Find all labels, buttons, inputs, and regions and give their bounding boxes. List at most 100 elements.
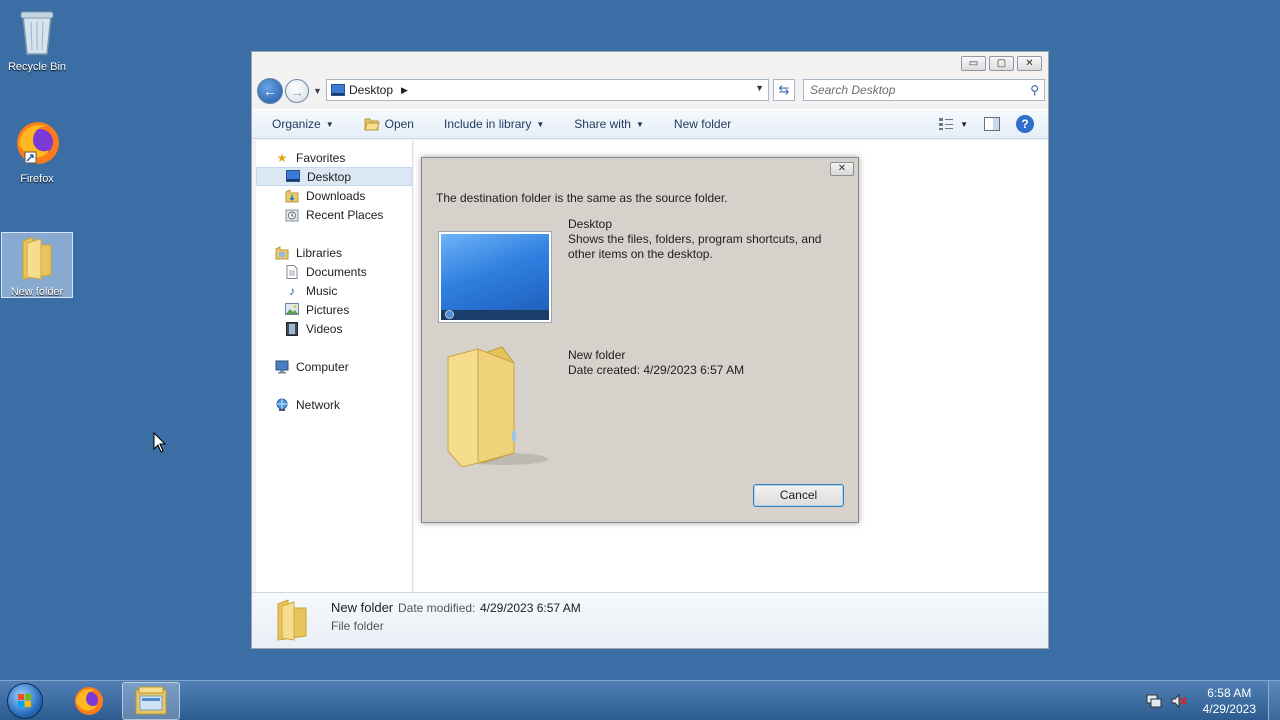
window-titlebar[interactable]: ▭ ▢ ✕ [252,52,1048,78]
mouse-cursor-icon [153,432,167,453]
source-item-desc-line1: Shows the files, folders, program shortc… [568,232,822,246]
clock[interactable]: 6:58 AM 4/29/2023 [1203,685,1256,717]
refresh-icon: ⇆ [778,82,790,97]
network-icon [274,398,290,412]
change-view-button[interactable]: ▼ [938,117,968,131]
nav-label: Downloads [306,188,366,203]
caret-down-icon: ▼ [635,119,644,129]
documents-icon [284,264,300,279]
nav-label: Pictures [306,302,350,317]
details-date-value: 4/29/2023 6:57 AM [480,601,581,615]
large-folder-icon [447,346,548,468]
forward-arrow-icon: → [290,84,304,100]
forward-button[interactable]: → [285,79,309,103]
desktop-location-icon [331,84,345,96]
firefox-icon [17,122,59,164]
nav-favorites[interactable]: ★ Favorites [256,148,412,167]
recycle-bin-icon [20,11,54,55]
taskbar-firefox-button[interactable] [60,682,118,720]
same-folder-dialog: ✕ The destination folder is the same as … [421,157,859,523]
desktop-icon-label: Recycle Bin [7,61,67,73]
desktop-thumbnail [438,231,552,323]
nav-downloads[interactable]: Downloads [256,186,412,205]
breadcrumb-chevron-icon[interactable]: ▶ [401,85,408,96]
network-status-icon[interactable] [1146,693,1162,709]
new-folder-button[interactable]: New folder [674,117,731,131]
pictures-icon [284,302,300,317]
star-icon: ★ [276,150,288,165]
taskbar-explorer-button[interactable] [122,682,180,720]
new-folder-label: New folder [673,117,732,131]
refresh-button[interactable]: ⇆ [773,79,795,101]
address-location[interactable]: Desktop [349,83,393,97]
recent-places-icon [284,208,300,222]
address-row: ← → ▼ Desktop ▶ ▼ ⇆ Search Desktop ⚲ [252,78,1048,108]
search-icon[interactable]: ⚲ [1030,83,1039,97]
nav-label: Computer [296,359,349,374]
volume-muted-icon[interactable] [1171,693,1187,709]
organize-button[interactable]: Organize ▼ [272,117,334,131]
maximize-button[interactable]: ▢ [989,56,1014,71]
caret-down-icon: ▼ [960,119,968,129]
address-bar[interactable]: Desktop ▶ ▼ [326,79,769,101]
back-button[interactable]: ← [257,78,283,104]
include-in-library-button[interactable]: Include in library ▼ [444,117,544,131]
nav-music[interactable]: ♪ Music [256,281,412,300]
details-pane: New folder Date modified: 4/29/2023 6:57… [252,592,1048,648]
open-folder-icon [363,118,380,131]
nav-pictures[interactable]: Pictures [256,300,412,319]
address-history-dropdown-icon[interactable]: ▼ [755,83,764,93]
open-button[interactable]: Open [363,117,414,131]
system-tray: 6:58 AM 4/29/2023 [1140,681,1280,720]
downloads-folder-icon [284,188,300,203]
navigation-pane: ★ Favorites Desktop Downloads Recent Pla… [256,140,413,592]
start-button[interactable] [7,683,43,719]
nav-label: Music [306,283,338,298]
help-icon[interactable]: ? [1016,115,1034,133]
share-with-label: Share with [574,117,631,131]
nav-label: Libraries [296,245,343,260]
desktop-icon-firefox[interactable]: Firefox [1,118,73,188]
clock-time: 6:58 AM [1207,686,1252,700]
nav-computer[interactable]: Computer [256,357,412,376]
recent-pages-dropdown-icon[interactable]: ▼ [313,86,322,96]
open-label: Open [384,117,414,131]
nav-libraries[interactable]: Libraries [256,243,412,262]
taskbar: 6:58 AM 4/29/2023 [0,680,1280,720]
source-item-desc-line2: other items on the desktop. [568,247,713,261]
nav-label: Videos [306,321,343,336]
caret-down-icon: ▼ [325,119,334,129]
view-options-icon [939,118,954,130]
share-with-button[interactable]: Share with ▼ [574,117,644,131]
include-in-library-label: Include in library [443,117,532,131]
nav-videos[interactable]: Videos [256,319,412,338]
dialog-close-button[interactable]: ✕ [830,162,854,176]
desktop-icon-label: Firefox [20,173,54,185]
clock-date: 4/29/2023 [1202,702,1256,716]
nav-documents[interactable]: Documents [256,262,412,281]
desktop-icon-new-folder[interactable]: New folder [1,232,73,298]
folder-icon [22,236,52,280]
firefox-icon [75,687,103,715]
nav-label: Recent Places [306,207,384,222]
windows-logo-icon [18,694,32,708]
desktop-icon-recycle-bin[interactable]: Recycle Bin [1,6,73,74]
windows-explorer-icon [135,686,167,715]
cancel-button[interactable]: Cancel [753,484,844,507]
videos-icon [284,321,300,336]
desktop-icon-label: New folder [10,286,64,298]
minimize-button[interactable]: ▭ [961,56,986,71]
nav-label: Favorites [296,150,346,165]
details-item-name: New folder [331,600,394,615]
show-desktop-button[interactable] [1268,681,1280,720]
nav-recent-places[interactable]: Recent Places [256,205,412,224]
preview-pane-icon[interactable] [984,117,1000,131]
nav-label: Desktop [307,169,352,184]
organize-label: Organize [272,117,321,131]
search-input[interactable]: Search Desktop ⚲ [803,79,1045,101]
nav-network[interactable]: Network [256,395,412,414]
close-button[interactable]: ✕ [1017,56,1042,71]
source-item-title: Desktop [568,217,613,231]
nav-desktop[interactable]: Desktop [256,167,412,186]
libraries-icon [274,245,290,260]
